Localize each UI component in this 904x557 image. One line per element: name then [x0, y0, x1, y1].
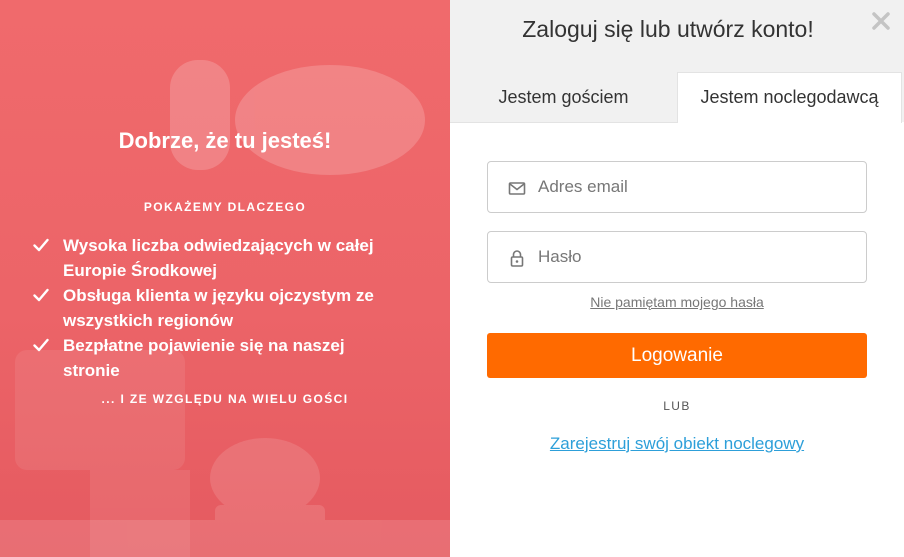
login-panel: Zaloguj się lub utwórz konto! Jestem goś… [450, 0, 904, 557]
checkmark-icon [33, 238, 49, 252]
benefit-item: Obsługa klienta w języku ojczystym ze ws… [33, 283, 403, 333]
promo-panel: Dobrze, że tu jesteś! POKAŻEMY DLACZEGO … [0, 0, 450, 557]
lock-icon [510, 250, 524, 267]
benefit-text: Obsługa klienta w języku ojczystym ze ws… [63, 286, 374, 330]
promo-title: Dobrze, że tu jesteś! [118, 128, 332, 153]
benefit-text: Wysoka liczba odwiedzających w całej Eur… [63, 236, 374, 280]
checkmark-icon [33, 338, 49, 352]
envelope-icon [508, 182, 526, 195]
promo-footer: ... I ZE WZGLĘDU NA WIELU GOŚCI [101, 392, 349, 406]
benefits-list: Wysoka liczba odwiedzających w całej Eur… [33, 233, 403, 383]
benefit-item: Wysoka liczba odwiedzających w całej Eur… [33, 233, 403, 283]
benefit-text: Bezpłatne pojawienie się na naszej stron… [63, 336, 345, 380]
login-header: Zaloguj się lub utwórz konto! Jestem goś… [450, 0, 904, 123]
email-field[interactable] [487, 161, 867, 213]
or-divider: LUB [663, 399, 691, 413]
login-button[interactable]: Logowanie [487, 333, 867, 378]
checkmark-icon [33, 288, 49, 302]
forgot-password-link[interactable]: Nie pamiętam mojego hasła [487, 294, 867, 310]
tab-guest[interactable]: Jestem gościem [450, 73, 677, 123]
password-input[interactable] [538, 232, 858, 282]
register-link[interactable]: Zarejestruj swój obiekt noclegowy [487, 434, 867, 454]
promo-subtitle: POKAŻEMY DLACZEGO [143, 200, 307, 214]
close-icon[interactable] [870, 10, 892, 32]
benefit-item: Bezpłatne pojawienie się na naszej stron… [33, 333, 403, 383]
email-input[interactable] [538, 162, 858, 212]
tab-host[interactable]: Jestem noclegodawcą [677, 72, 902, 123]
login-title: Zaloguj się lub utwórz konto! [522, 16, 814, 42]
password-field[interactable] [487, 231, 867, 283]
